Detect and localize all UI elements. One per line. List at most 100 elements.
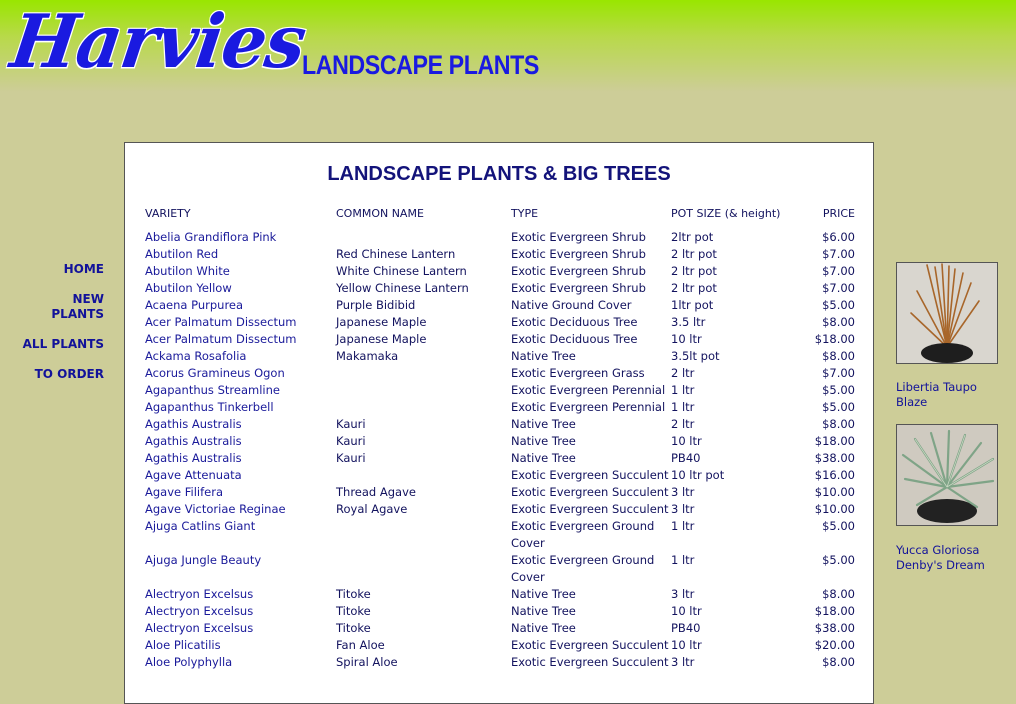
cell-type: Exotic Evergreen Shrub <box>511 230 646 244</box>
cell-common-name: Spiral Aloe <box>336 655 398 669</box>
cell-variety[interactable]: Agathis Australis <box>145 416 336 433</box>
cell-variety[interactable]: Agave Attenuata <box>145 467 336 484</box>
cell-pot-size: 1 ltr <box>671 400 695 414</box>
cell-variety[interactable]: Ackama Rosafolia <box>145 348 336 365</box>
cell-variety[interactable]: Abutilon Yellow <box>145 280 336 297</box>
cell-type: Exotic Evergreen Ground Cover <box>511 553 655 584</box>
cell-type: Native Tree <box>511 587 576 601</box>
cell-variety[interactable]: Abutilon Red <box>145 246 336 263</box>
cell-pot-size: 10 ltr <box>671 638 702 652</box>
table-row: Abutilon Yellow Yellow Chinese Lantern Exo… <box>145 280 855 297</box>
header-banner: Harvies LANDSCAPE PLANTS <box>0 0 1016 92</box>
cell-price: $8.00 <box>822 587 855 601</box>
cell-variety[interactable]: Agathis Australis <box>145 450 336 467</box>
side-nav: HOME NEW PLANTS ALL PLANTS TO ORDER <box>0 262 104 397</box>
cell-price: $8.00 <box>822 315 855 329</box>
featured-plant-image[interactable] <box>896 424 998 526</box>
cell-variety[interactable]: Acer Palmatum Dissectum <box>145 314 336 331</box>
cell-type: Exotic Deciduous Tree <box>511 332 638 346</box>
cell-type: Exotic Evergreen Succulent <box>511 502 669 516</box>
cell-pot-size: 2ltr pot <box>671 230 714 244</box>
featured-plant-caption[interactable]: Yucca Gloriosa Denby's Dream <box>896 543 1002 573</box>
cell-variety[interactable]: Aloe Polyphylla <box>145 654 336 671</box>
featured-plant-image[interactable] <box>896 262 998 364</box>
cell-common-name <box>336 518 511 552</box>
site-subtitle: LANDSCAPE PLANTS <box>302 50 539 80</box>
cell-pot-size: 2 ltr pot <box>671 247 717 261</box>
cell-pot-size: 1ltr pot <box>671 298 714 312</box>
cell-price: $6.00 <box>822 230 855 244</box>
cell-pot-size: 2 ltr pot <box>671 264 717 278</box>
site-logo[interactable]: Harvies <box>6 0 311 85</box>
header-pot-size: POT SIZE (& height) <box>671 207 781 220</box>
cell-variety[interactable]: Agave Victoriae Reginae <box>145 501 336 518</box>
cell-variety[interactable]: Ajuga Catlins Giant <box>145 518 336 552</box>
table-row: Ajuga Catlins Giant Exotic Evergreen Grou… <box>145 518 855 552</box>
table-row: Agathis Australis Kauri Native Tree 10 ltr $… <box>145 433 855 450</box>
cell-variety[interactable]: Ajuga Jungle Beauty <box>145 552 336 586</box>
table-row: Acer Palmatum Dissectum Japanese Maple Exo… <box>145 314 855 331</box>
header-common-name: COMMON NAME <box>336 207 424 220</box>
table-row: Abutilon Red Red Chinese Lantern Exotic Ev… <box>145 246 855 263</box>
cell-type: Exotic Evergreen Succulent <box>511 485 669 499</box>
cell-pot-size: 1 ltr <box>671 383 695 397</box>
cell-price: $18.00 <box>814 604 855 618</box>
cell-common-name <box>336 399 511 416</box>
table-row: Ajuga Jungle Beauty Exotic Evergreen Grou… <box>145 552 855 586</box>
nav-all-plants-link[interactable]: ALL PLANTS <box>0 337 104 352</box>
table-header-row: VARIETY COMMON NAME TYPE POT SIZE (& hei… <box>145 207 855 229</box>
cell-variety[interactable]: Alectryon Excelsus <box>145 586 336 603</box>
cell-variety[interactable]: Aloe Plicatilis <box>145 637 336 654</box>
cell-variety[interactable]: Agathis Australis <box>145 433 336 450</box>
cell-common-name: Titoke <box>336 587 371 601</box>
cell-common-name: Japanese Maple <box>336 332 427 346</box>
nav-home-link[interactable]: HOME <box>0 262 104 277</box>
cell-type: Native Ground Cover <box>511 298 632 312</box>
cell-variety[interactable]: Abelia Grandiflora Pink <box>145 229 336 246</box>
cell-type: Exotic Evergreen Shrub <box>511 281 646 295</box>
cell-price: $10.00 <box>814 485 855 499</box>
cell-common-name: Thread Agave <box>336 485 416 499</box>
cell-type: Native Tree <box>511 417 576 431</box>
cell-variety[interactable]: Alectryon Excelsus <box>145 620 336 637</box>
cell-common-name <box>336 467 511 484</box>
cell-common-name <box>336 382 511 399</box>
cell-type: Exotic Evergreen Grass <box>511 366 645 380</box>
cell-type: Exotic Evergreen Shrub <box>511 247 646 261</box>
cell-type: Exotic Evergreen Ground Cover <box>511 519 655 550</box>
cell-price: $7.00 <box>822 281 855 295</box>
cell-common-name: Kauri <box>336 451 366 465</box>
cell-price: $8.00 <box>822 417 855 431</box>
cell-price: $38.00 <box>814 451 855 465</box>
cell-variety[interactable]: Agapanthus Streamline <box>145 382 336 399</box>
table-row: Aloe Polyphylla Spiral Aloe Exotic Evergre… <box>145 654 855 671</box>
cell-pot-size: 3 ltr <box>671 655 695 669</box>
table-row: Agapanthus Tinkerbell Exotic Evergreen Pe… <box>145 399 855 416</box>
cell-variety[interactable]: Abutilon White <box>145 263 336 280</box>
cell-pot-size: PB40 <box>671 621 701 635</box>
table-row: Alectryon Excelsus Titoke Native Tree 3 ltr… <box>145 586 855 603</box>
table-row: Ackama Rosafolia Makamaka Native Tree 3.5lt… <box>145 348 855 365</box>
plant-list-panel: LANDSCAPE PLANTS & BIG TREES VARIETY COM… <box>124 142 874 704</box>
cell-variety[interactable]: Acorus Gramineus Ogon <box>145 365 336 382</box>
cell-price: $16.00 <box>814 468 855 482</box>
cell-variety[interactable]: Acer Palmatum Dissectum <box>145 331 336 348</box>
cell-price: $38.00 <box>814 621 855 635</box>
nav-new-plants-link[interactable]: NEW PLANTS <box>0 292 104 322</box>
cell-type: Native Tree <box>511 604 576 618</box>
plant-table: VARIETY COMMON NAME TYPE POT SIZE (& hei… <box>145 207 855 671</box>
cell-price: $7.00 <box>822 264 855 278</box>
featured-plant-caption[interactable]: Libertia Taupo Blaze <box>896 380 1002 410</box>
cell-variety[interactable]: Agapanthus Tinkerbell <box>145 399 336 416</box>
cell-variety[interactable]: Agave Filifera <box>145 484 336 501</box>
cell-pot-size: 3 ltr <box>671 587 695 601</box>
cell-common-name: Fan Aloe <box>336 638 385 652</box>
nav-to-order-link[interactable]: TO ORDER <box>0 367 104 382</box>
cell-price: $5.00 <box>822 553 855 567</box>
cell-variety[interactable]: Acaena Purpurea <box>145 297 336 314</box>
cell-pot-size: 3 ltr <box>671 502 695 516</box>
cell-variety[interactable]: Alectryon Excelsus <box>145 603 336 620</box>
table-row: Alectryon Excelsus Titoke Native Tree PB40 $… <box>145 620 855 637</box>
cell-pot-size: 10 ltr <box>671 434 702 448</box>
table-row: Acorus Gramineus Ogon Exotic Evergreen Gr… <box>145 365 855 382</box>
